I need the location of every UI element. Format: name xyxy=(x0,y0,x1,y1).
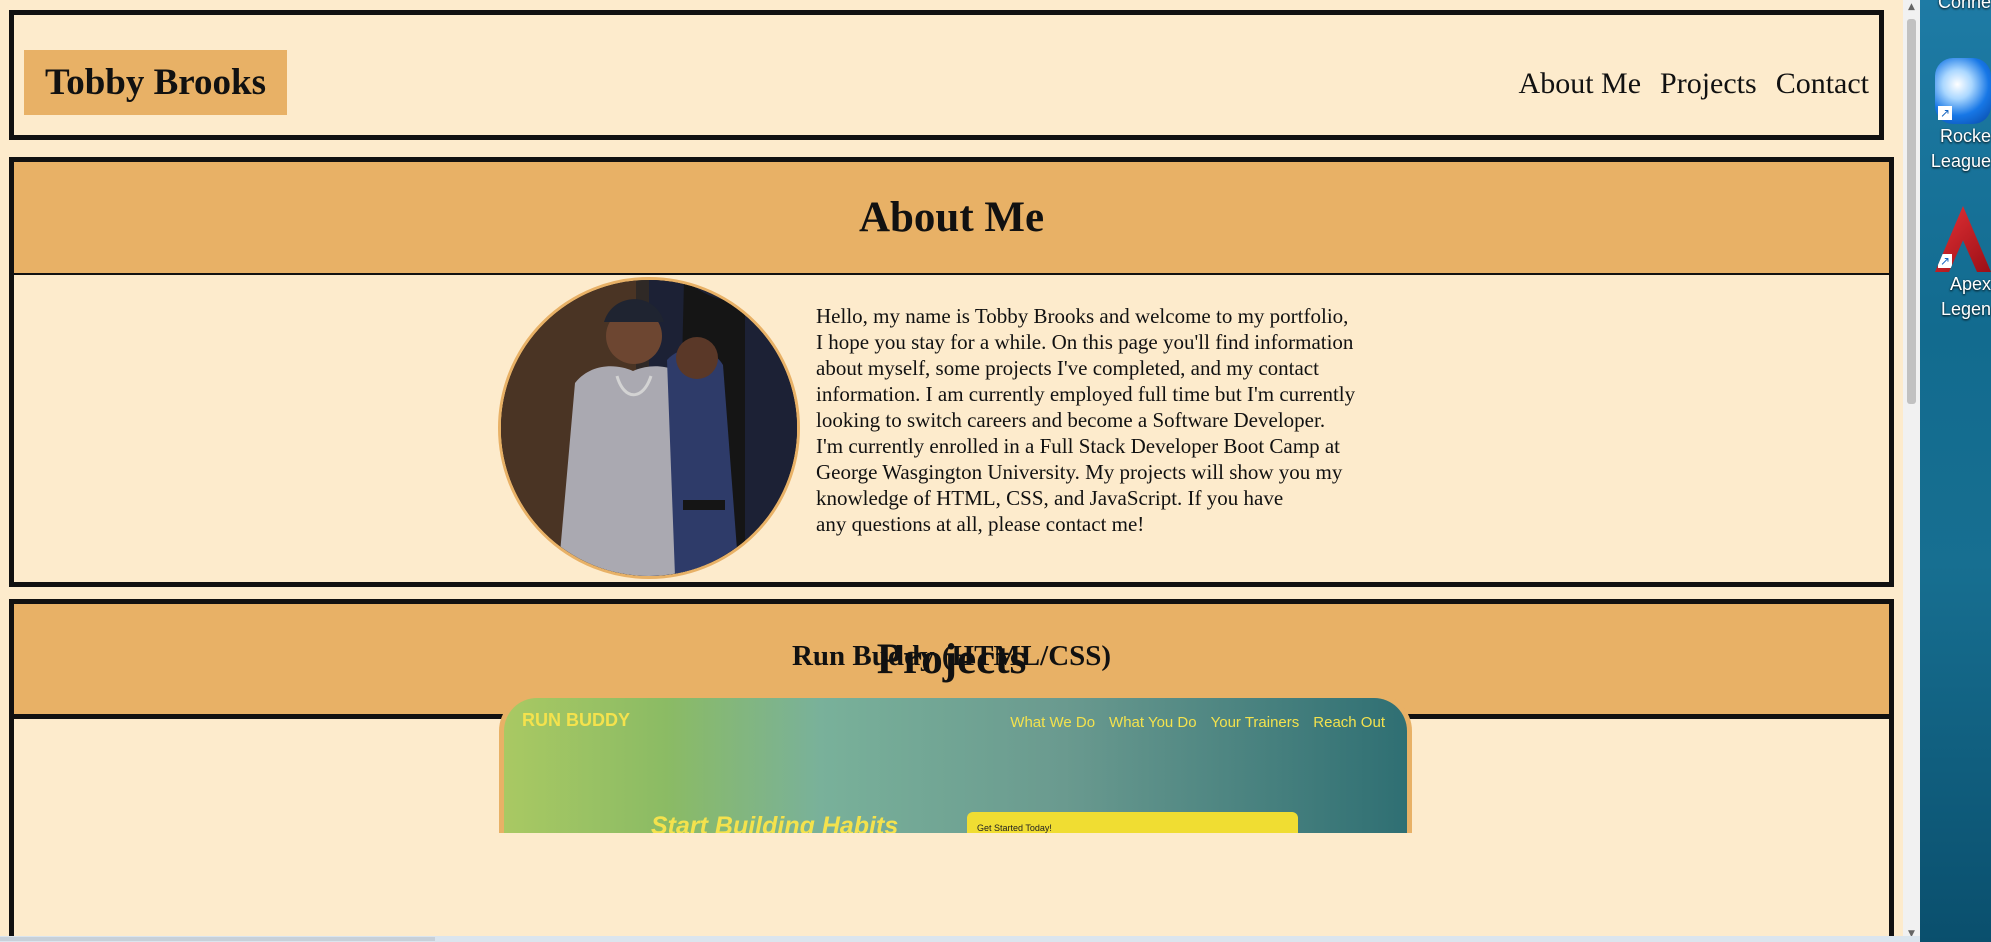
desktop-shortcut-label: Rocke League xyxy=(1930,126,1991,171)
desktop-shortcut-apex-legends[interactable]: ↗ Apex Legen xyxy=(1920,206,1991,322)
rocket-league-icon: ↗ xyxy=(1935,58,1991,124)
preview-nav-your-trainers: Your Trainers xyxy=(1210,714,1300,731)
run-buddy-preview-form: Get Started Today! xyxy=(967,812,1298,833)
desktop-shortcut-conne[interactable]: Conne xyxy=(1920,0,1991,15)
apex-legends-icon: ↗ xyxy=(1935,206,1991,272)
run-buddy-brand: RUN BUDDY xyxy=(522,710,630,730)
main-navigation: About Me Projects Contact xyxy=(1519,69,1869,99)
vertical-scroll-thumb[interactable] xyxy=(1907,19,1916,404)
preview-nav-reach-out: Reach Out xyxy=(1313,714,1385,731)
projects-section: Projects Run Buddy (HTML/CSS) RUN BUDDY … xyxy=(9,599,1894,942)
preview-nav-what-we-do: What We Do xyxy=(1010,714,1096,731)
run-buddy-preview-form-label: Get Started Today! xyxy=(977,823,1052,833)
about-me-description: Hello, my name is Tobby Brooks and welco… xyxy=(816,304,1356,536)
desktop-shortcut-label: Conne xyxy=(1937,0,1991,12)
run-buddy-preview-nav: What We Do What You Do Your Trainers Rea… xyxy=(1010,714,1385,731)
nav-about-me-link[interactable]: About Me xyxy=(1519,69,1642,99)
profile-photo-illustration xyxy=(501,280,797,576)
run-buddy-preview-headline: Start Building Habits xyxy=(651,812,899,833)
run-buddy-preview-image[interactable]: RUN BUDDY What We Do What You Do Your Tr… xyxy=(499,693,1412,833)
scroll-up-icon[interactable]: ▲ xyxy=(1907,3,1916,12)
site-header: Tobby Brooks About Me Projects Contact xyxy=(9,10,1884,140)
nav-contact-link[interactable]: Contact xyxy=(1776,69,1869,99)
shortcut-arrow-icon: ↗ xyxy=(1938,106,1952,120)
nav-projects-link[interactable]: Projects xyxy=(1660,69,1757,99)
preview-nav-what-you-do: What You Do xyxy=(1109,714,1197,731)
shortcut-arrow-icon: ↗ xyxy=(1938,254,1952,268)
desktop-shortcut-label: Apex Legen xyxy=(1940,274,1991,319)
site-logo-name: Tobby Brooks xyxy=(24,50,287,115)
portfolio-page: Tobby Brooks About Me Projects Contact A… xyxy=(0,0,1903,942)
about-me-section: About Me Hello, my name is Tobby Brooks … xyxy=(9,157,1894,587)
desktop-shortcut-rocket-league[interactable]: ↗ Rocke League xyxy=(1920,58,1991,174)
desktop-background: Conne ↗ Rocke League ↗ Apex Legen xyxy=(1920,0,1991,942)
profile-photo xyxy=(498,277,800,579)
about-me-title: About Me xyxy=(14,162,1889,275)
run-buddy-project-title: Run Buddy (HTML/CSS) xyxy=(791,640,1112,672)
horizontal-scroll-thumb[interactable] xyxy=(0,937,435,941)
horizontal-scrollbar[interactable] xyxy=(0,936,1920,942)
about-me-body: Hello, my name is Tobby Brooks and welco… xyxy=(14,275,1889,590)
vertical-scrollbar[interactable]: ▲ ▼ xyxy=(1903,0,1920,942)
